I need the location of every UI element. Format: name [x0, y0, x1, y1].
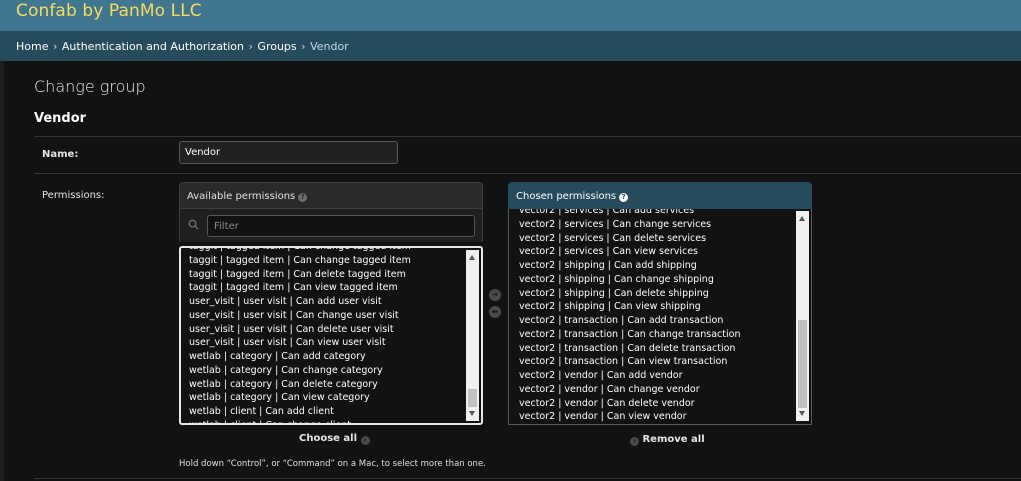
available-permissions-title: Available permissions — [187, 191, 296, 202]
list-item[interactable]: vector2 | shipping | Can add shipping — [519, 259, 795, 273]
name-label: Name: — [42, 149, 79, 160]
list-item[interactable]: vector2 | services | Can change services — [519, 218, 795, 232]
name-field[interactable] — [179, 141, 398, 164]
list-item[interactable]: vector2 | services | Can delete services — [519, 232, 795, 246]
scroll-down-icon[interactable] — [469, 411, 475, 416]
chosen-permissions-header: Chosen permissions? — [508, 182, 812, 209]
list-item[interactable]: vector2 | shipping | Can change shipping — [519, 273, 795, 287]
list-item[interactable]: vector2 | transaction | Can change trans… — [519, 328, 795, 342]
list-item[interactable]: user_visit | user visit | Can change use… — [189, 309, 465, 323]
available-permissions-header: Available permissions? — [179, 182, 483, 209]
list-item[interactable]: vector2 | shipping | Can view shipping — [519, 300, 795, 314]
list-item[interactable]: taggit | tagged item | Can view tagged i… — [189, 281, 465, 295]
chosen-permissions-title: Chosen permissions — [516, 191, 617, 202]
available-permissions-selector: Available permissions? taggit | tagged i… — [179, 182, 483, 426]
breadcrumb-separator: › — [301, 40, 306, 53]
list-item[interactable]: vector2 | transaction | Can add transact… — [519, 314, 795, 328]
scroll-thumb[interactable] — [468, 389, 477, 407]
list-item[interactable]: wetlab | category | Can delete category — [189, 378, 465, 392]
scroll-up-icon[interactable] — [469, 255, 475, 260]
list-item[interactable]: vector2 | services | Can view services — [519, 245, 795, 259]
scroll-thumb[interactable] — [798, 320, 807, 408]
search-icon — [188, 219, 199, 230]
page-title: Change group — [34, 77, 146, 96]
chosen-permissions-list[interactable]: vector2 | services | Can add services vec… — [508, 209, 812, 425]
list-item[interactable]: wetlab | client | Can add client — [189, 405, 465, 419]
available-permissions-list[interactable]: taggit | tagged item | Can change tagged… — [179, 246, 483, 425]
list-item[interactable]: vector2 | transaction | Can view transac… — [519, 355, 795, 369]
breadcrumb-auth[interactable]: Authentication and Authorization — [62, 40, 244, 53]
arrow-left-icon: ‹ — [630, 437, 639, 446]
filter-bar — [179, 209, 483, 242]
list-item[interactable]: user_visit | user visit | Can delete use… — [189, 323, 465, 337]
form-divider — [34, 136, 1021, 137]
add-permission-button[interactable]: ➔ — [489, 289, 501, 301]
remove-permission-button[interactable]: ⬅ — [489, 306, 501, 318]
available-scrollbar[interactable] — [466, 250, 479, 421]
list-item[interactable]: vector2 | vendor | Can add vendor — [519, 369, 795, 383]
list-item[interactable]: wetlab | client | Can change client — [189, 419, 465, 423]
choose-all-label: Choose all — [299, 433, 358, 444]
list-item[interactable]: wetlab | category | Can view category — [189, 391, 465, 405]
list-item[interactable]: user_visit | user visit | Can view user … — [189, 336, 465, 350]
list-item[interactable]: wetlab | category | Can add category — [189, 350, 465, 364]
breadcrumb-groups[interactable]: Groups — [257, 40, 296, 53]
list-item[interactable]: vector2 | vendor | Can delete vendor — [519, 397, 795, 411]
list-item[interactable]: vector2 | vendor | Can view vendor — [519, 410, 795, 424]
site-title[interactable]: Confab by PanMo LLC — [16, 1, 202, 21]
list-item[interactable]: taggit | tagged item | Can change tagged… — [189, 248, 465, 254]
list-item[interactable]: taggit | tagged item | Can delete tagged… — [189, 268, 465, 282]
list-item[interactable]: taggit | tagged item | Can change tagged… — [189, 254, 465, 268]
form-divider — [34, 173, 1021, 174]
site-header: Confab by PanMo LLC — [0, 0, 1021, 31]
breadcrumb-separator: › — [248, 40, 253, 53]
help-icon[interactable]: ? — [619, 193, 629, 202]
list-item[interactable]: wetlab | category | Can change category — [189, 364, 465, 378]
arrow-right-icon: › — [360, 436, 370, 445]
remove-all-button[interactable]: ‹ Remove all — [630, 434, 705, 446]
list-item[interactable]: vector2 | shipping | Can delete shipping — [519, 287, 795, 301]
breadcrumb-current: Vendor — [310, 40, 349, 53]
list-item[interactable]: vector2 | vendor | Can change vendor — [519, 383, 795, 397]
remove-all-label: Remove all — [642, 434, 705, 445]
form-divider — [34, 478, 1021, 479]
chosen-scrollbar[interactable] — [796, 211, 809, 421]
choose-all-button[interactable]: Choose all › — [299, 433, 370, 445]
object-name: Vendor — [34, 111, 87, 126]
breadcrumb-home[interactable]: Home — [16, 40, 48, 53]
list-item[interactable]: vector2 | services | Can add services — [519, 209, 795, 218]
chosen-permissions-selector: Chosen permissions? vector2 | services |… — [508, 182, 812, 426]
help-text: Hold down “Control”, or “Command” on a M… — [179, 459, 486, 469]
list-item[interactable]: user_visit | user visit | Can add user v… — [189, 295, 465, 309]
content-left-edge — [0, 61, 4, 481]
breadcrumb: Home › Authentication and Authorization … — [0, 31, 1021, 61]
breadcrumb-separator: › — [52, 40, 58, 53]
scroll-down-icon[interactable] — [799, 411, 805, 416]
help-icon[interactable]: ? — [298, 193, 308, 202]
list-item[interactable]: vector2 | transaction | Can delete trans… — [519, 342, 795, 356]
filter-input[interactable] — [207, 215, 475, 237]
permissions-label: Permissions: — [42, 190, 105, 201]
scroll-up-icon[interactable] — [799, 216, 805, 221]
